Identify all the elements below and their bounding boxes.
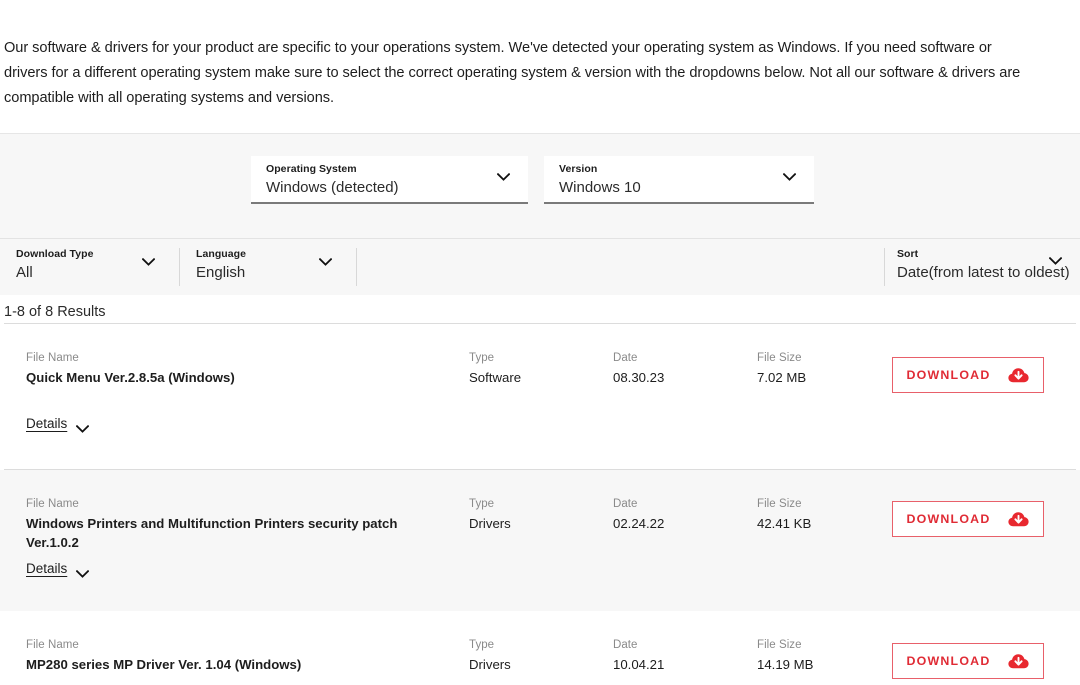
details-label: Details bbox=[26, 561, 67, 576]
chevron-down-icon bbox=[76, 565, 89, 573]
file-name-cell: File Name MP280 series MP Driver Ver. 1.… bbox=[26, 637, 446, 674]
file-name-cell: File Name Windows Printers and Multifunc… bbox=[26, 496, 446, 552]
type-cell: Type Drivers bbox=[469, 496, 589, 533]
version-value: Windows 10 bbox=[559, 177, 814, 199]
download-button-label: DOWNLOAD bbox=[907, 654, 991, 668]
type-value: Drivers bbox=[469, 514, 589, 533]
type-value: Software bbox=[469, 368, 589, 387]
file-name-header: File Name bbox=[26, 496, 446, 512]
date-value: 10.04.21 bbox=[613, 655, 733, 674]
details-label: Details bbox=[26, 416, 67, 431]
date-header: Date bbox=[613, 496, 733, 512]
language-label: Language bbox=[196, 248, 356, 261]
file-name-value: Quick Menu Ver.2.8.5a (Windows) bbox=[26, 368, 446, 387]
download-button[interactable]: DOWNLOAD bbox=[892, 643, 1044, 679]
file-name-value: Windows Printers and Multifunction Print… bbox=[26, 514, 446, 552]
cloud-download-icon bbox=[1008, 511, 1029, 527]
download-type-value: All bbox=[16, 262, 179, 284]
operating-system-value: Windows (detected) bbox=[266, 177, 528, 199]
file-size-value: 14.19 MB bbox=[757, 655, 887, 674]
type-cell: Type Drivers bbox=[469, 637, 589, 674]
date-header: Date bbox=[613, 350, 733, 366]
file-name-value: MP280 series MP Driver Ver. 1.04 (Window… bbox=[26, 655, 446, 674]
file-size-header: File Size bbox=[757, 637, 887, 653]
download-button[interactable]: DOWNLOAD bbox=[892, 501, 1044, 537]
type-cell: Type Software bbox=[469, 350, 589, 387]
results-count: 1-8 of 8 Results bbox=[0, 295, 1080, 323]
result-row: File Name Quick Menu Ver.2.8.5a (Windows… bbox=[0, 324, 1080, 470]
sort-label: Sort bbox=[897, 248, 1080, 261]
date-cell: Date 10.04.21 bbox=[613, 637, 733, 674]
file-size-value: 42.41 KB bbox=[757, 514, 887, 533]
download-button-label: DOWNLOAD bbox=[907, 512, 991, 526]
cloud-download-icon bbox=[1008, 653, 1029, 669]
filter-bar: Download Type All Language English Sort … bbox=[0, 238, 1080, 295]
download-button[interactable]: DOWNLOAD bbox=[892, 357, 1044, 393]
date-value: 02.24.22 bbox=[613, 514, 733, 533]
type-header: Type bbox=[469, 637, 589, 653]
cloud-download-icon bbox=[1008, 367, 1029, 383]
download-type-filter[interactable]: Download Type All bbox=[0, 248, 180, 286]
operating-system-label: Operating System bbox=[266, 162, 528, 176]
file-name-header: File Name bbox=[26, 350, 446, 366]
download-type-label: Download Type bbox=[16, 248, 179, 261]
sort-value: Date(from latest to oldest) bbox=[897, 262, 1080, 284]
version-select[interactable]: Version Windows 10 bbox=[544, 156, 814, 204]
file-name-cell: File Name Quick Menu Ver.2.8.5a (Windows… bbox=[26, 350, 446, 387]
os-selector-band: Operating System Windows (detected) Vers… bbox=[0, 133, 1080, 238]
operating-system-select[interactable]: Operating System Windows (detected) bbox=[251, 156, 528, 204]
result-row: File Name Windows Printers and Multifunc… bbox=[0, 470, 1080, 611]
file-size-cell: File Size 14.19 MB bbox=[757, 637, 887, 674]
language-value: English bbox=[196, 262, 356, 284]
date-header: Date bbox=[613, 637, 733, 653]
file-size-cell: File Size 42.41 KB bbox=[757, 496, 887, 533]
intro-paragraph: Our software & drivers for your product … bbox=[0, 0, 1050, 111]
details-toggle[interactable]: Details bbox=[26, 561, 89, 576]
version-label: Version bbox=[559, 162, 814, 176]
details-toggle[interactable]: Details bbox=[26, 416, 89, 431]
result-row: File Name MP280 series MP Driver Ver. 1.… bbox=[0, 611, 1080, 685]
file-size-header: File Size bbox=[757, 496, 887, 512]
type-value: Drivers bbox=[469, 655, 589, 674]
file-size-header: File Size bbox=[757, 350, 887, 366]
file-name-header: File Name bbox=[26, 637, 446, 653]
file-size-value: 7.02 MB bbox=[757, 368, 887, 387]
date-value: 08.30.23 bbox=[613, 368, 733, 387]
sort-filter[interactable]: Sort Date(from latest to oldest) bbox=[884, 248, 1080, 286]
date-cell: Date 02.24.22 bbox=[613, 496, 733, 533]
chevron-down-icon bbox=[76, 420, 89, 428]
type-header: Type bbox=[469, 350, 589, 366]
language-filter[interactable]: Language English bbox=[180, 248, 357, 286]
type-header: Type bbox=[469, 496, 589, 512]
date-cell: Date 08.30.23 bbox=[613, 350, 733, 387]
download-button-label: DOWNLOAD bbox=[907, 368, 991, 382]
file-size-cell: File Size 7.02 MB bbox=[757, 350, 887, 387]
